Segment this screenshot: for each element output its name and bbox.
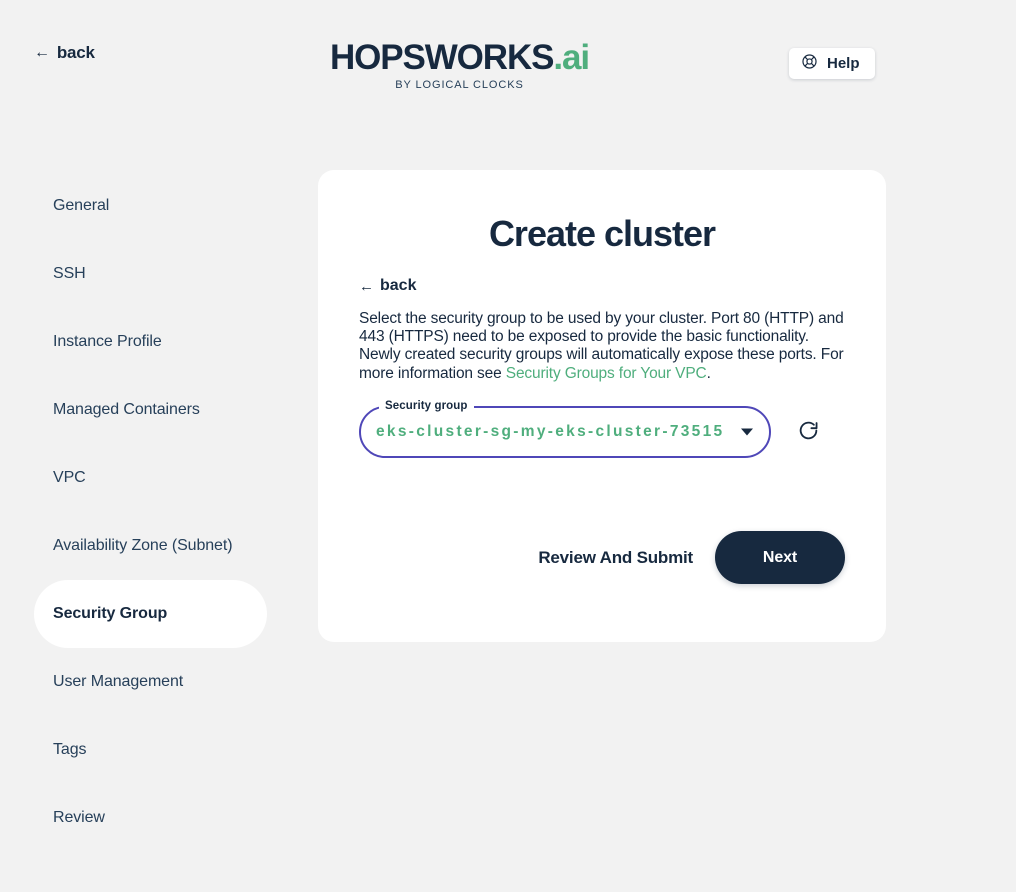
top-bar: ← back HOPSWORKS.ai BY LOGICAL CLOCKS He… [0,0,1016,108]
sidebar-item-vpc[interactable]: VPC [34,444,267,512]
sidebar-item-label: VPC [53,469,86,487]
security-group-label-notch: Security group [379,398,474,414]
sidebar-item-label: Instance Profile [53,333,162,351]
sidebar-item-label: User Management [53,673,183,691]
logo-main-text: HOPSWORKS [330,38,553,77]
sidebar-item-instance-profile[interactable]: Instance Profile [34,308,267,376]
card-actions: Review And Submit Next [536,531,845,584]
sidebar-item-tags[interactable]: Tags [34,716,267,784]
logo-tagline: BY LOGICAL CLOCKS [322,80,597,91]
description-part-2: . [707,365,711,382]
settings-sidebar: General SSH Instance Profile Managed Con… [34,172,267,852]
card-back-label: back [380,277,416,295]
sidebar-item-label: Security Group [53,605,167,623]
sidebar-item-managed-containers[interactable]: Managed Containers [34,376,267,444]
lifebuoy-icon [801,53,818,74]
refresh-icon [797,419,820,445]
security-group-label: Security group [385,401,468,413]
sidebar-item-label: SSH [53,265,86,283]
arrow-left-icon: ← [359,279,374,294]
help-label: Help [827,55,860,72]
arrow-left-icon: ← [34,45,50,61]
card-back-button[interactable]: ← back [359,277,416,295]
sidebar-item-label: Availability Zone (Subnet) [53,537,232,555]
create-cluster-card: Create cluster ← back Select the securit… [318,170,886,642]
page-title: Create cluster [318,170,886,255]
security-group-select[interactable]: Security group eks-cluster-sg-my-eks-clu… [359,406,771,458]
logo-accent-text: .ai [553,38,589,77]
refresh-security-groups-button[interactable] [795,419,821,445]
top-back-button[interactable]: ← back [34,43,95,63]
review-and-submit-button[interactable]: Review And Submit [536,542,695,574]
sidebar-item-label: Review [53,809,105,827]
sidebar-item-security-group[interactable]: Security Group [34,580,267,648]
logo-wordmark: HOPSWORKS.ai [322,40,597,75]
help-button[interactable]: Help [789,48,875,79]
sidebar-item-general[interactable]: General [34,172,267,240]
sidebar-item-user-management[interactable]: User Management [34,648,267,716]
sidebar-item-ssh[interactable]: SSH [34,240,267,308]
sidebar-item-label: Managed Containers [53,401,200,419]
sidebar-item-availability-zone[interactable]: Availability Zone (Subnet) [34,512,267,580]
sidebar-item-label: General [53,197,109,215]
hopsworks-logo: HOPSWORKS.ai BY LOGICAL CLOCKS [322,40,597,91]
top-back-label: back [57,43,95,63]
description-text: Select the security group to be used by … [359,310,845,384]
security-groups-link[interactable]: Security Groups for Your VPC [506,365,707,382]
sidebar-item-review[interactable]: Review [34,784,267,852]
next-button[interactable]: Next [715,531,845,584]
security-group-field-row: Security group eks-cluster-sg-my-eks-clu… [359,406,886,458]
sidebar-item-label: Tags [53,741,86,759]
